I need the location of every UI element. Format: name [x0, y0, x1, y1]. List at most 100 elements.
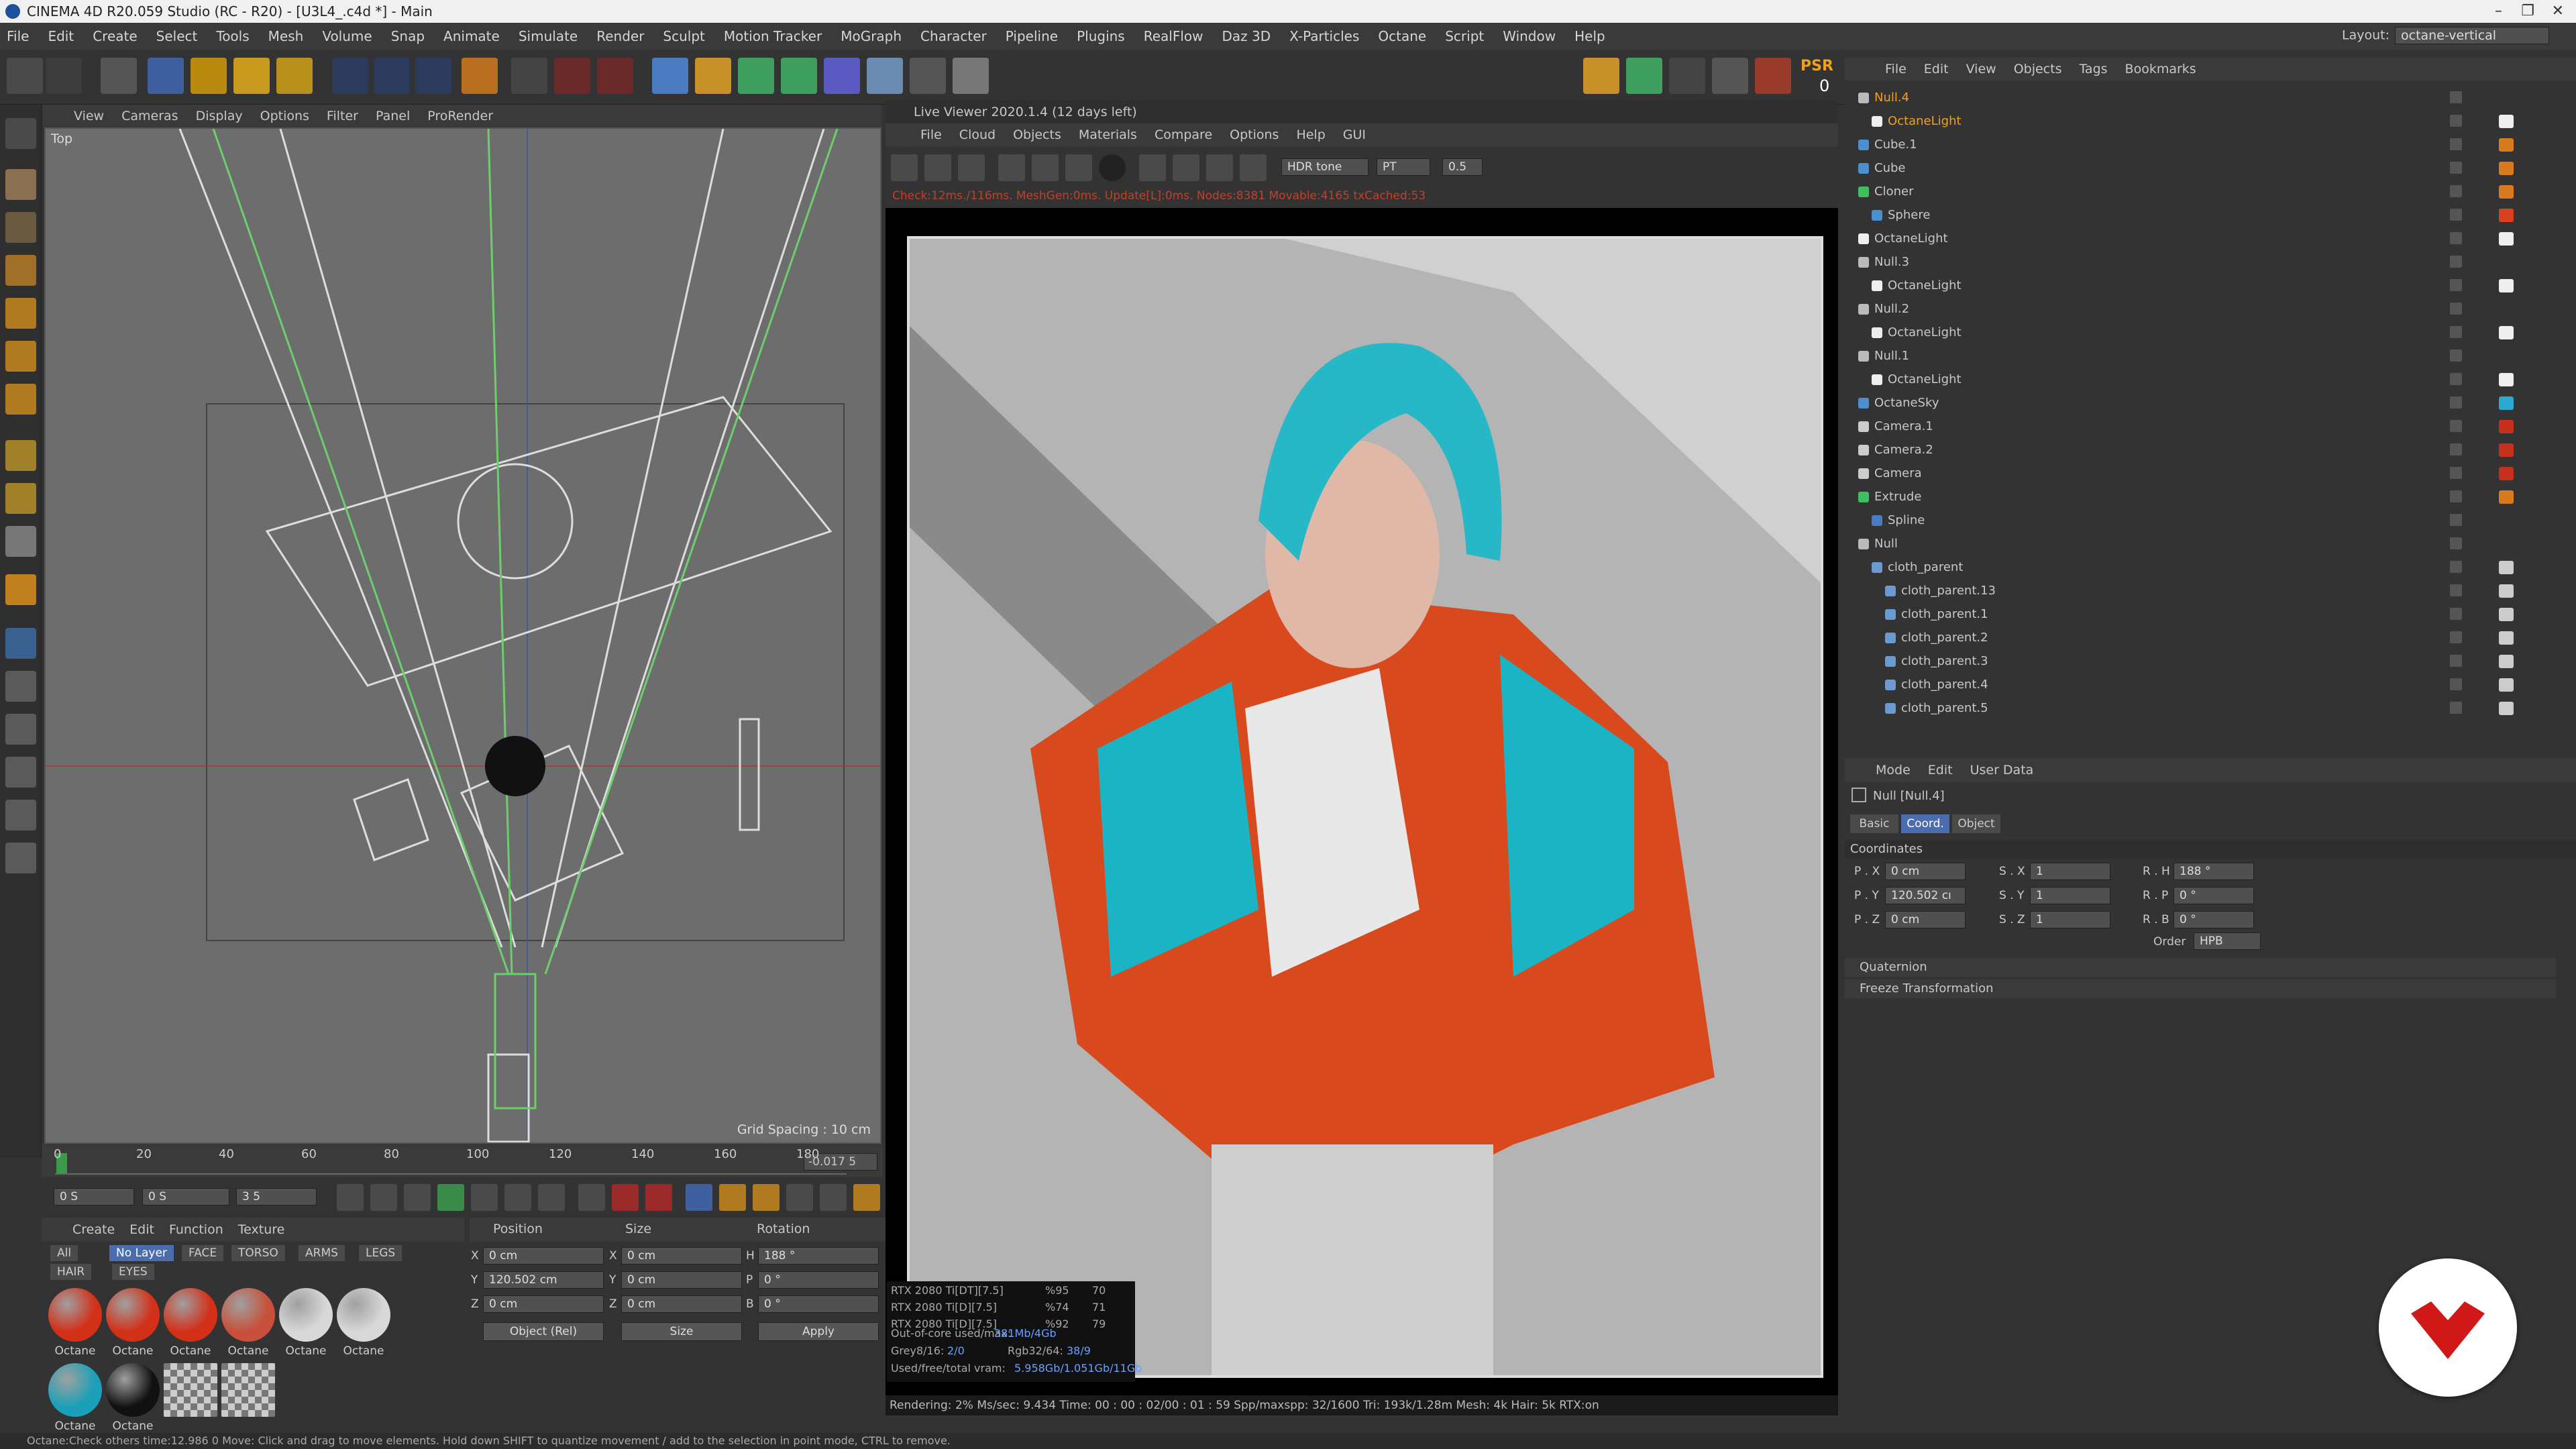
menu-realflow[interactable]: RealFlow: [1144, 28, 1203, 44]
material-picker-icon[interactable]: [1173, 154, 1199, 181]
viewport-menu-filter[interactable]: Filter: [327, 109, 358, 123]
visibility-toggle-icon[interactable]: [2450, 396, 2462, 409]
menu-window[interactable]: Window: [1503, 28, 1556, 44]
joint-tag-icon[interactable]: [2499, 561, 2514, 574]
object-name[interactable]: Null.1: [1874, 344, 1909, 368]
select-tool-icon[interactable]: [101, 58, 137, 94]
cube-tag-icon[interactable]: [2499, 138, 2514, 152]
light-toggle-icon[interactable]: [5, 800, 36, 830]
attribute-field-input[interactable]: 1: [2030, 887, 2110, 904]
object-row[interactable]: Spline: [1845, 508, 2576, 532]
undo-icon[interactable]: [7, 58, 43, 94]
clay-mode-icon[interactable]: [1099, 154, 1126, 181]
visibility-toggle-icon[interactable]: [2450, 655, 2462, 667]
octane-live-viewer-icon[interactable]: [1712, 58, 1748, 94]
play-icon[interactable]: [437, 1184, 464, 1211]
material-swatch[interactable]: [48, 1363, 102, 1417]
visibility-toggle-icon[interactable]: [2450, 514, 2462, 526]
snap-icon[interactable]: [1626, 58, 1662, 94]
coord-apply-button[interactable]: Apply: [758, 1322, 879, 1341]
joint-tag-icon[interactable]: [2499, 702, 2514, 715]
object-row[interactable]: Null.3: [1845, 250, 2576, 274]
material-filter-eyes[interactable]: EYES: [112, 1264, 154, 1280]
sky-tag-icon[interactable]: [2499, 396, 2514, 410]
visibility-toggle-icon[interactable]: [2450, 115, 2462, 127]
material-swatch[interactable]: [164, 1363, 217, 1417]
object-name[interactable]: OctaneLight: [1888, 321, 1962, 344]
live-viewer-menu-objects[interactable]: Objects: [1013, 127, 1061, 142]
object-row[interactable]: Cube.1: [1845, 133, 2576, 156]
quaternion-group[interactable]: Quaternion: [1845, 958, 2556, 977]
object-row[interactable]: Sphere: [1845, 203, 2576, 227]
object-name[interactable]: Cube: [1874, 156, 1905, 180]
menu-daz-3d[interactable]: Daz 3D: [1222, 28, 1271, 44]
object-menu-view[interactable]: View: [1966, 62, 1996, 76]
visibility-toggle-icon[interactable]: [2450, 584, 2462, 596]
material-swatch[interactable]: [106, 1288, 160, 1342]
object-row[interactable]: cloth_parent.3: [1845, 649, 2576, 673]
attribute-field-input[interactable]: 0 °: [2174, 887, 2254, 904]
object-name[interactable]: Camera.1: [1874, 415, 1933, 438]
layout-selector[interactable]: Layout: octane-vertical: [2342, 27, 2549, 44]
key-param-icon[interactable]: [786, 1184, 813, 1211]
coord-rotation-field[interactable]: 0 °: [758, 1295, 879, 1313]
cloner-icon[interactable]: [781, 58, 817, 94]
object-row[interactable]: cloth_parent.13: [1845, 579, 2576, 602]
object-name[interactable]: cloth_parent.3: [1901, 649, 1988, 673]
visibility-toggle-icon[interactable]: [2450, 91, 2462, 103]
visibility-toggle-icon[interactable]: [2450, 279, 2462, 291]
visibility-toggle-icon[interactable]: [2450, 138, 2462, 150]
minimize-icon[interactable]: –: [2495, 0, 2502, 23]
object-row[interactable]: Null.1: [1845, 344, 2576, 368]
viewport-menu-view[interactable]: View: [74, 109, 104, 123]
light-bulb-icon[interactable]: [953, 58, 989, 94]
rotate-tool-icon[interactable]: [233, 58, 270, 94]
coord-size-field[interactable]: 0 cm: [621, 1295, 742, 1313]
record-icon[interactable]: [612, 1184, 639, 1211]
material-swatch[interactable]: [221, 1363, 275, 1417]
coord-position-field[interactable]: 0 cm: [483, 1247, 604, 1265]
joint-tag-icon[interactable]: [2499, 584, 2514, 598]
object-name[interactable]: Spline: [1888, 508, 1925, 532]
coord-size-field[interactable]: 0 cm: [621, 1247, 742, 1265]
object-row[interactable]: Extrude: [1845, 485, 2576, 508]
pen-spline-icon[interactable]: [695, 58, 731, 94]
render-view-icon[interactable]: [511, 58, 547, 94]
octane-settings-icon[interactable]: [1755, 58, 1791, 94]
visibility-toggle-icon[interactable]: [2450, 326, 2462, 338]
coord-rotation-field[interactable]: 188 °: [758, 1247, 879, 1265]
menu-sculpt[interactable]: Sculpt: [663, 28, 704, 44]
render-settings-icon[interactable]: [597, 58, 633, 94]
key-rotation-icon[interactable]: [753, 1184, 780, 1211]
object-row[interactable]: OctaneLight: [1845, 274, 2576, 297]
focus-picker-icon[interactable]: [1139, 154, 1166, 181]
object-menu-tags[interactable]: Tags: [2079, 62, 2107, 76]
move-tool-icon[interactable]: [148, 58, 184, 94]
menu-help[interactable]: Help: [1574, 28, 1605, 44]
coord-size-mode-dropdown[interactable]: Size: [621, 1322, 742, 1341]
snap-toggle-icon[interactable]: [5, 526, 36, 557]
menu-file[interactable]: File: [7, 28, 29, 44]
object-row[interactable]: OctaneLight: [1845, 321, 2576, 344]
previous-frame-icon[interactable]: [370, 1184, 397, 1211]
edges-mode-icon[interactable]: [5, 341, 36, 372]
attribute-tab-coord[interactable]: Coord.: [1901, 814, 1949, 833]
axis-modes-icon[interactable]: [1583, 58, 1619, 94]
object-name[interactable]: Null.2: [1874, 297, 1909, 321]
object-name[interactable]: Null.4: [1874, 86, 1909, 109]
restart-render-icon[interactable]: [924, 154, 951, 181]
loop-icon[interactable]: [578, 1184, 605, 1211]
object-row[interactable]: Null.2: [1845, 297, 2576, 321]
material-swatch[interactable]: [106, 1363, 160, 1417]
camera-tag-icon[interactable]: [2499, 467, 2514, 480]
menu-render[interactable]: Render: [596, 28, 644, 44]
tonemap-dropdown[interactable]: HDR tone: [1281, 158, 1368, 176]
object-name[interactable]: cloth_parent.5: [1901, 696, 1988, 720]
object-name[interactable]: OctaneLight: [1888, 109, 1962, 133]
texture-mode-icon[interactable]: [5, 212, 36, 243]
attribute-field-input[interactable]: 120.502 cı: [1885, 887, 1966, 904]
cube-primitive-icon[interactable]: [652, 58, 688, 94]
visibility-toggle-icon[interactable]: [2450, 490, 2462, 502]
scale-tool-icon[interactable]: [191, 58, 227, 94]
object-name[interactable]: Cloner: [1874, 180, 1913, 203]
